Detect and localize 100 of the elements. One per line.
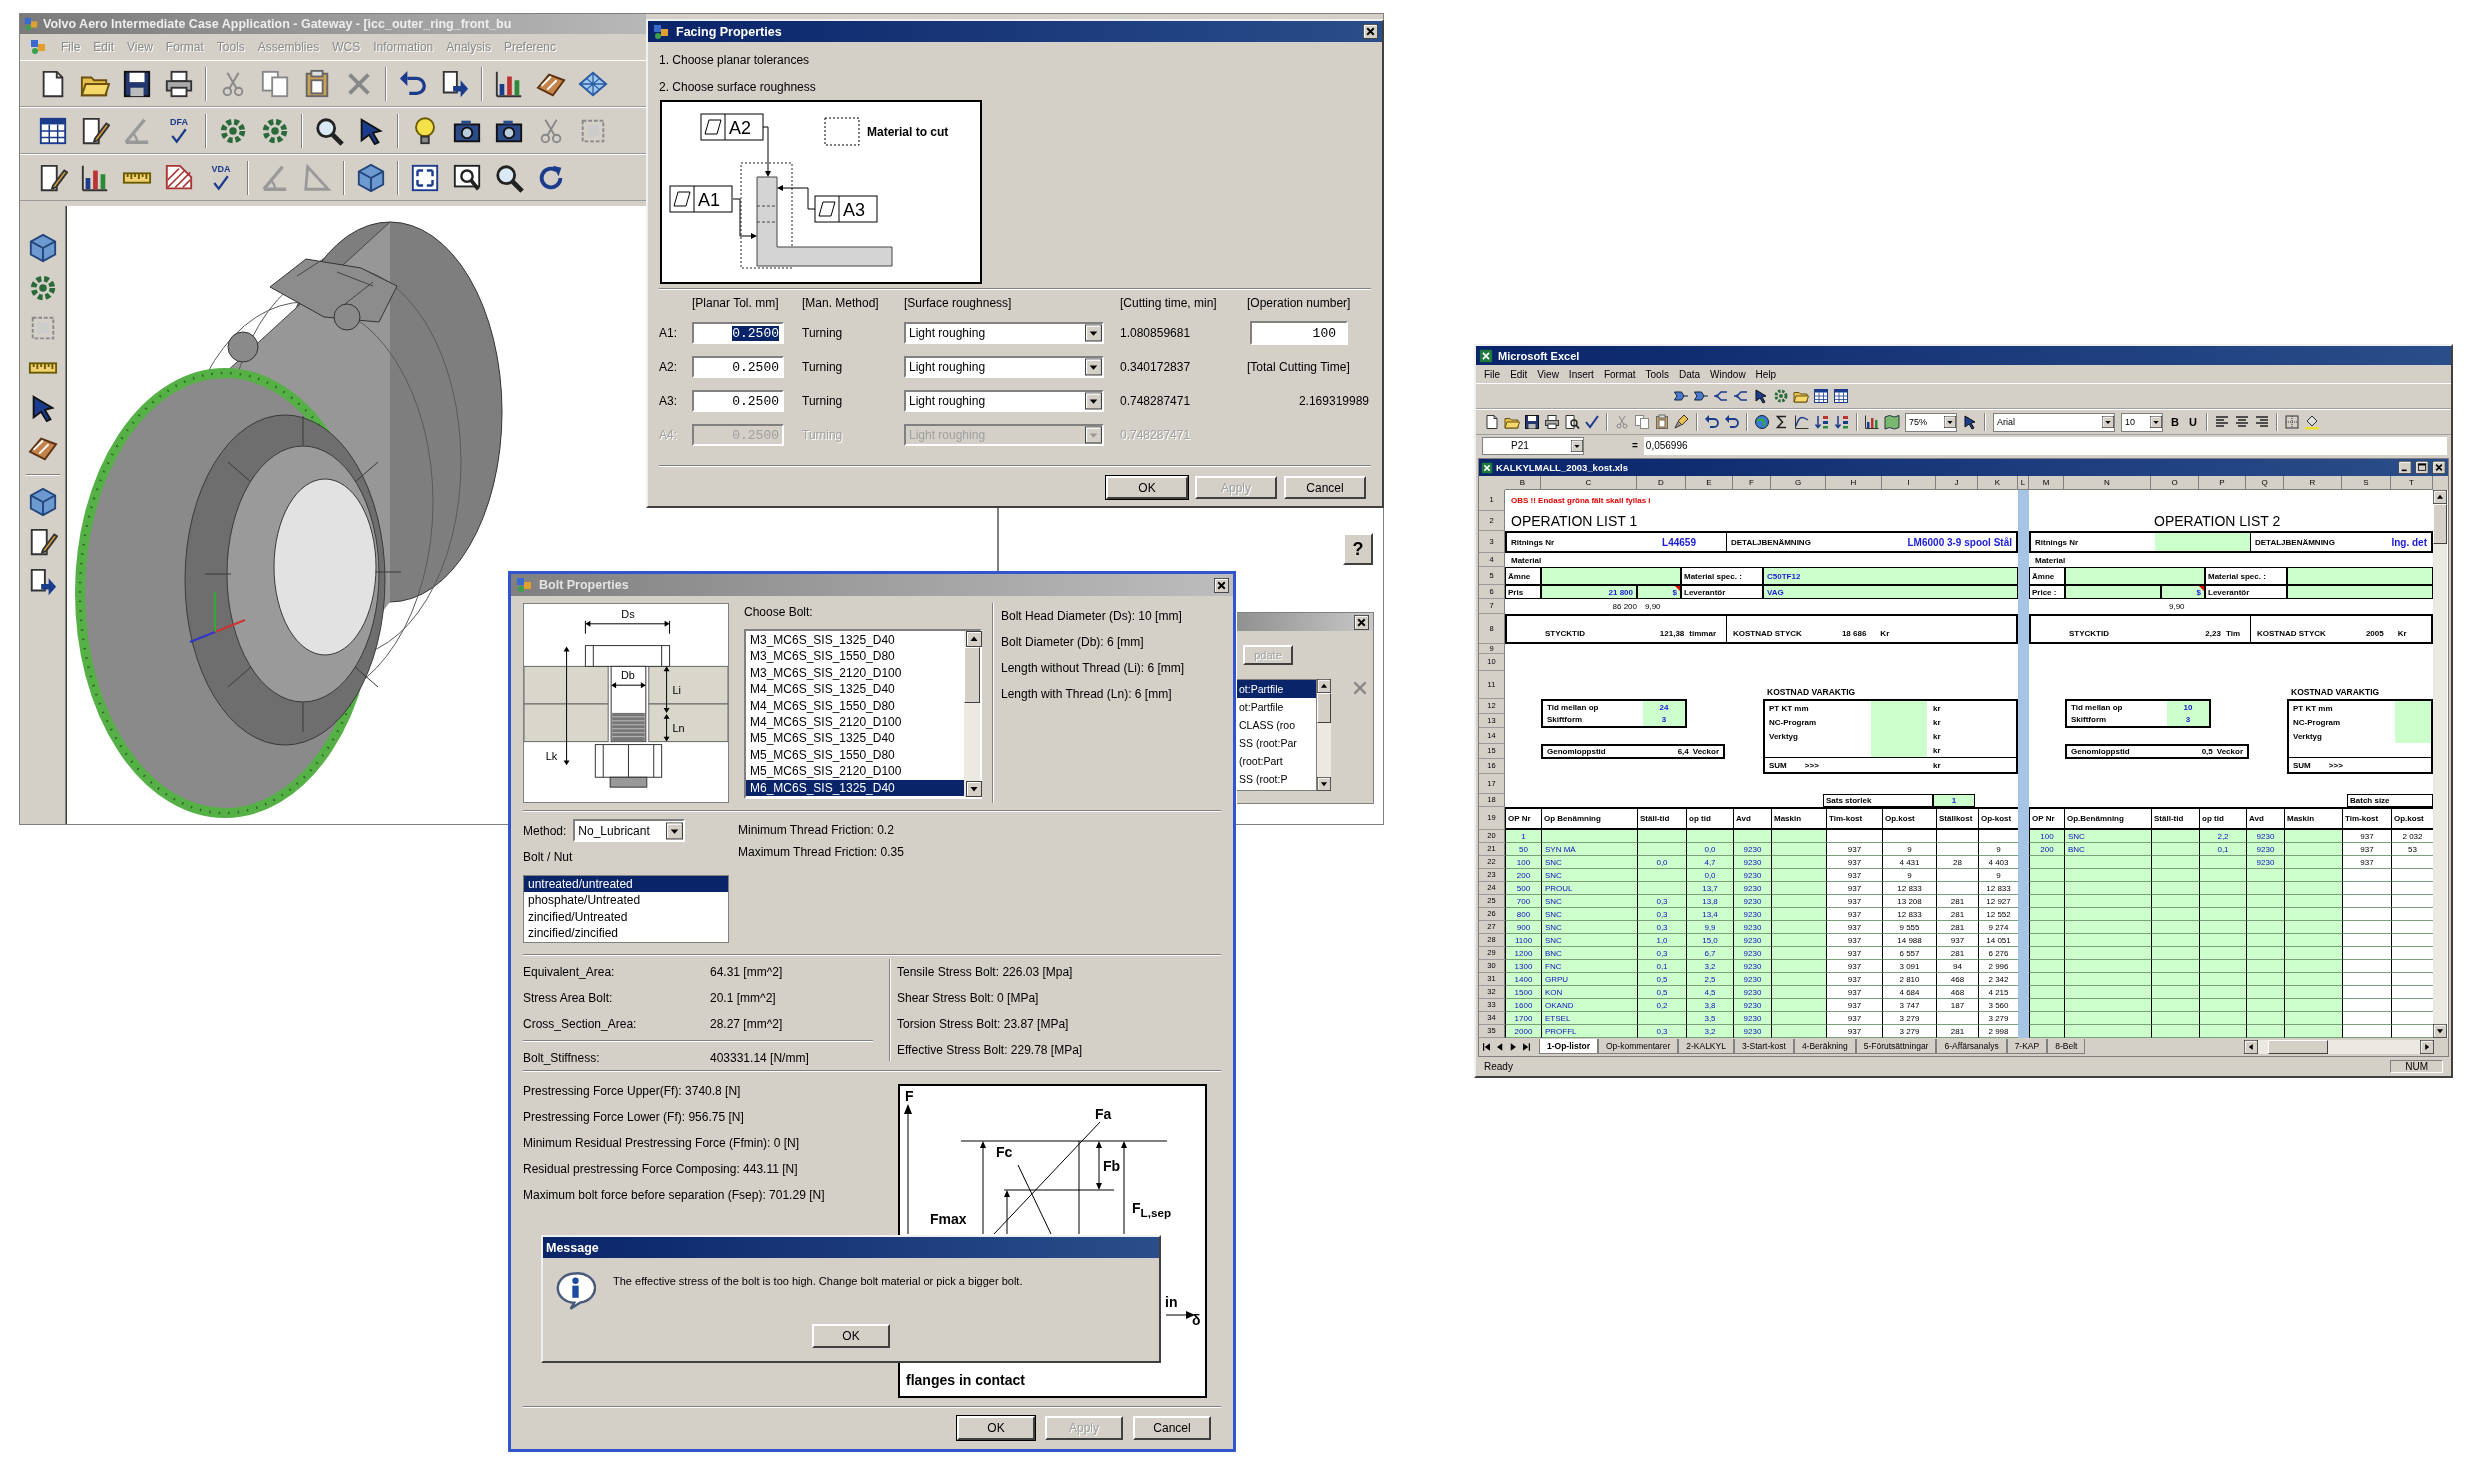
menu-item[interactable]: Edit — [1510, 368, 1528, 380]
format-button[interactable]: B — [2166, 413, 2184, 431]
grid-icon[interactable] — [1813, 388, 1829, 404]
cube-icon[interactable] — [356, 162, 386, 193]
undo-icon[interactable] — [1724, 414, 1740, 430]
list-item[interactable]: M5_MC6S_SIS_2120_D100 — [746, 763, 964, 780]
format-button[interactable]: U — [2184, 413, 2202, 431]
close-icon[interactable] — [2432, 461, 2446, 474]
undo-icon[interactable] — [1704, 414, 1720, 430]
sheet-tab[interactable]: 7-KAP — [2006, 1039, 2048, 1054]
close-icon[interactable] — [1362, 24, 1379, 39]
dialog-button[interactable]: Cancel — [1133, 1416, 1211, 1440]
menu-item[interactable]: Data — [1678, 368, 1701, 380]
list-item[interactable]: CLASS (roo — [1237, 716, 1316, 734]
document-arrow-icon[interactable] — [440, 68, 470, 99]
input-cell[interactable]: VAG — [1763, 585, 2018, 599]
input-cell[interactable]: 1 — [1933, 794, 1975, 807]
list-item[interactable]: zincified/Untreated — [524, 908, 728, 926]
list-item[interactable]: (root:Part — [1237, 752, 1316, 770]
font-size-dropdown[interactable]: 10 — [2121, 412, 2163, 432]
align-right-icon[interactable] — [2254, 414, 2270, 430]
vertical-scrollbar[interactable] — [1317, 679, 1331, 791]
input-cell[interactable]: $ — [2161, 585, 2205, 599]
input-cell[interactable] — [2395, 701, 2431, 715]
help-button[interactable]: ? — [1343, 533, 1373, 565]
list-item[interactable]: M3_MC6S_SIS_1325_D40 — [746, 632, 964, 649]
minimize-icon[interactable] — [2398, 461, 2412, 474]
list-item[interactable]: M4_MC6S_SIS_1325_D40 — [746, 681, 964, 698]
floppy-icon[interactable] — [122, 68, 152, 99]
align-left-icon[interactable] — [2214, 414, 2230, 430]
close-icon[interactable] — [1213, 577, 1230, 593]
bucket-icon[interactable] — [2304, 414, 2320, 430]
sort-icon[interactable] — [1814, 414, 1830, 430]
brush-icon[interactable] — [1674, 414, 1690, 430]
sheet-tab[interactable]: 6-Affärsanalys — [1936, 1039, 2007, 1054]
vertical-scrollbar[interactable] — [2433, 490, 2447, 1038]
list-item[interactable]: ot:Partfile — [1237, 680, 1316, 698]
input-cell[interactable]: 21 800 — [1541, 585, 1637, 599]
maximize-icon[interactable] — [2415, 461, 2429, 474]
input-cell[interactable] — [1871, 743, 1927, 757]
font-dropdown[interactable]: Arial — [1993, 412, 2115, 432]
align-center-icon[interactable] — [2234, 414, 2250, 430]
check-icon[interactable] — [1584, 414, 1600, 430]
zoom-window-icon[interactable] — [452, 162, 482, 193]
sheet-tab[interactable]: 3-Start-kost — [1733, 1039, 1794, 1054]
tolerance-field[interactable]: 0.2500 — [692, 356, 784, 378]
horizontal-scrollbar[interactable] — [2244, 1039, 2434, 1054]
copy-icon[interactable] — [260, 68, 290, 99]
list-item[interactable]: M5_MC6S_SIS_1325_D40 — [746, 730, 964, 747]
dialog-button[interactable]: OK — [1106, 476, 1188, 499]
sheet-tab[interactable]: 1-Op-listor — [1539, 1039, 1598, 1054]
flow-arrow-icon[interactable] — [1693, 388, 1709, 404]
input-cell[interactable] — [2155, 533, 2250, 551]
list-item[interactable]: M5_MC6S_SIS_1550_D80 — [746, 746, 964, 764]
ok-button[interactable]: OK — [812, 1324, 890, 1348]
scroll-thumb[interactable] — [2268, 1039, 2328, 1054]
scroll-right-icon[interactable] — [2420, 1039, 2434, 1054]
flow-arrow-icon[interactable] — [1673, 388, 1689, 404]
grid-icon[interactable] — [1833, 388, 1849, 404]
input-cell[interactable] — [2065, 567, 2205, 585]
chart-icon[interactable] — [1864, 414, 1880, 430]
sheet-tab[interactable]: Op-kommentarer — [1598, 1039, 1679, 1054]
input-cell[interactable] — [2065, 585, 2161, 599]
close-icon[interactable] — [1353, 614, 1370, 630]
sheet-tab[interactable]: 2-KALKYL — [1678, 1039, 1734, 1054]
menu-item[interactable]: Window — [1710, 368, 1746, 380]
pointer-icon[interactable] — [1753, 388, 1769, 404]
clipboard-icon[interactable] — [1654, 414, 1670, 430]
toolbar-button[interactable]: VDA — [206, 159, 236, 196]
menu-item[interactable]: Help — [1755, 368, 1777, 380]
input-cell[interactable]: 10 — [2167, 701, 2209, 714]
input-cell[interactable]: $ — [1637, 585, 1681, 599]
menu-item[interactable]: View — [1537, 368, 1559, 380]
gear-icon[interactable] — [1773, 388, 1789, 404]
formula-field[interactable]: 0,056996 — [1643, 436, 2447, 455]
list-item[interactable]: zincified/zincified — [524, 925, 728, 942]
printer-icon[interactable] — [164, 68, 194, 99]
magnifier-icon[interactable] — [494, 162, 524, 193]
branch-icon[interactable] — [1733, 388, 1749, 404]
list-item[interactable]: SS (root:P — [1237, 770, 1316, 788]
method-dropdown[interactable]: No_Lubricant — [573, 819, 686, 842]
scroll-down-icon[interactable] — [966, 781, 982, 797]
scroll-thumb[interactable] — [1317, 693, 1331, 723]
scroll-left-icon[interactable] — [2244, 1039, 2258, 1054]
document-pencil-icon[interactable] — [80, 115, 110, 146]
name-box[interactable]: P21 — [1482, 436, 1584, 455]
operation-number-field[interactable]: 100 — [1250, 321, 1348, 345]
input-cell[interactable] — [2287, 585, 2433, 599]
sheet-tab[interactable]: 5-Förutsättningar — [1855, 1039, 1937, 1054]
scroll-thumb[interactable] — [964, 647, 980, 703]
sort-icon[interactable] — [1834, 414, 1850, 430]
input-cell[interactable]: C50TF12 — [1763, 567, 2018, 585]
roughness-dropdown[interactable]: Light roughing — [904, 322, 1104, 344]
list-item[interactable]: M4_MC6S_SIS_1550_D80 — [746, 697, 964, 714]
branch-icon[interactable] — [1713, 388, 1729, 404]
tolerance-field[interactable]: 0.2500 — [692, 390, 784, 412]
list-item[interactable]: SS (root:Par — [1237, 734, 1316, 752]
globe-icon[interactable] — [1754, 414, 1770, 430]
app-icon[interactable] — [30, 39, 46, 55]
roughness-dropdown[interactable]: Light roughing — [904, 356, 1104, 378]
